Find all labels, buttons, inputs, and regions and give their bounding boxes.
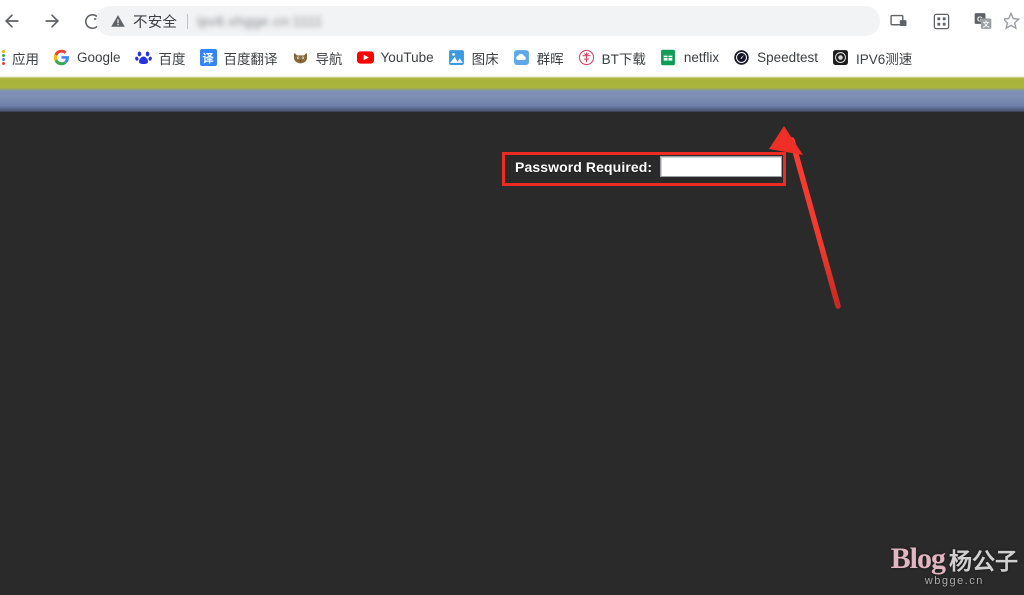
bookmark-ipv6-test[interactable]: IPV6测速 [825,46,919,70]
bookmark-baidu[interactable]: 百度 [128,46,193,70]
bookmark-youtube[interactable]: YouTube [350,46,441,70]
baidu-translate-icon: 译 [199,49,217,66]
page-viewport: Password Required: Blog 杨公子 wbgge.cn [0,73,1024,595]
bookmark-label: 百度 [158,51,186,67]
watermark-brand: Blog [890,542,946,575]
page-header-gradient-band [0,73,1024,112]
cast-icon[interactable] [878,0,920,42]
bookmark-baidu-translate[interactable]: 译 百度翻译 [193,46,285,70]
synology-cloud-icon [513,49,530,66]
arrow-left-icon [5,14,19,28]
baidu-paw-icon [134,49,152,66]
url-text: ipv6.xhgge.cn:1111 [197,13,323,29]
apps-grid-dots-icon [2,49,6,66]
forward-button[interactable] [32,0,72,42]
bookmark-label: IPV6测速 [855,51,913,67]
watermark-name: 杨公子 [949,549,1018,575]
screenshot-root: 不安全 ipv6.xhgge.cn:1111 G 文 应用 Google 百度 … [0,0,1024,595]
arrow-right-icon [45,14,59,28]
browser-toolbar: 不安全 ipv6.xhgge.cn:1111 G 文 [0,0,1024,42]
bookmark-label: 群晖 [536,51,564,67]
bookmark-label: BT下载 [601,51,646,67]
bookmark-google[interactable]: Google [46,46,128,70]
password-input[interactable] [660,156,783,177]
watermark-url: wbgge.cn [924,575,984,587]
password-prompt: Password Required: [515,156,783,177]
cat-face-icon [292,49,309,66]
bookmark-label: 导航 [315,51,343,67]
ipv6-test-icon [832,49,849,66]
bookmark-navigation[interactable]: 导航 [285,46,350,70]
bt-download-icon [578,49,595,66]
google-g-icon [53,49,70,66]
youtube-play-icon [356,49,374,66]
omnibox-divider [187,13,189,29]
bookmark-label: Google [77,50,121,65]
svg-text:文: 文 [983,20,990,29]
warning-triangle-icon [111,15,125,27]
address-bar[interactable]: 不安全 ipv6.xhgge.cn:1111 [96,6,880,36]
bookmark-image-host[interactable]: 图床 [441,46,506,70]
green-sheet-icon [660,49,677,66]
watermark: Blog 杨公子 wbgge.cn [891,544,1018,587]
bookmark-label: 百度翻译 [223,51,278,67]
image-host-icon [448,49,465,66]
back-button[interactable] [0,0,32,42]
bookmark-label: YouTube [380,50,434,65]
extensions-grid-icon[interactable] [920,0,962,42]
bookmark-label: Speedtest [757,50,818,65]
bookmark-netflix[interactable]: netflix [653,46,726,70]
bookmark-star-icon[interactable] [1004,0,1024,42]
bookmark-speedtest[interactable]: Speedtest [726,46,825,70]
bookmark-apps[interactable]: 应用 [0,46,46,70]
bookmarks-bar: 应用 Google 百度 译 百度翻译 导航 YouTube 图床 群晖 BT下… [0,42,1024,73]
bookmark-synology[interactable]: 群晖 [506,46,571,70]
google-translate-icon[interactable]: G 文 [962,0,1004,42]
bookmark-label: 应用 [12,51,39,67]
toolbar-right-icons: G 文 [878,0,1024,42]
bookmark-bt-download[interactable]: BT下载 [571,46,653,70]
security-status-text: 不安全 [133,14,178,31]
bookmark-label: netflix [683,50,720,65]
password-required-label: Password Required: [515,158,653,175]
speedtest-gauge-icon [733,49,750,66]
bookmark-label: 图床 [471,51,499,67]
